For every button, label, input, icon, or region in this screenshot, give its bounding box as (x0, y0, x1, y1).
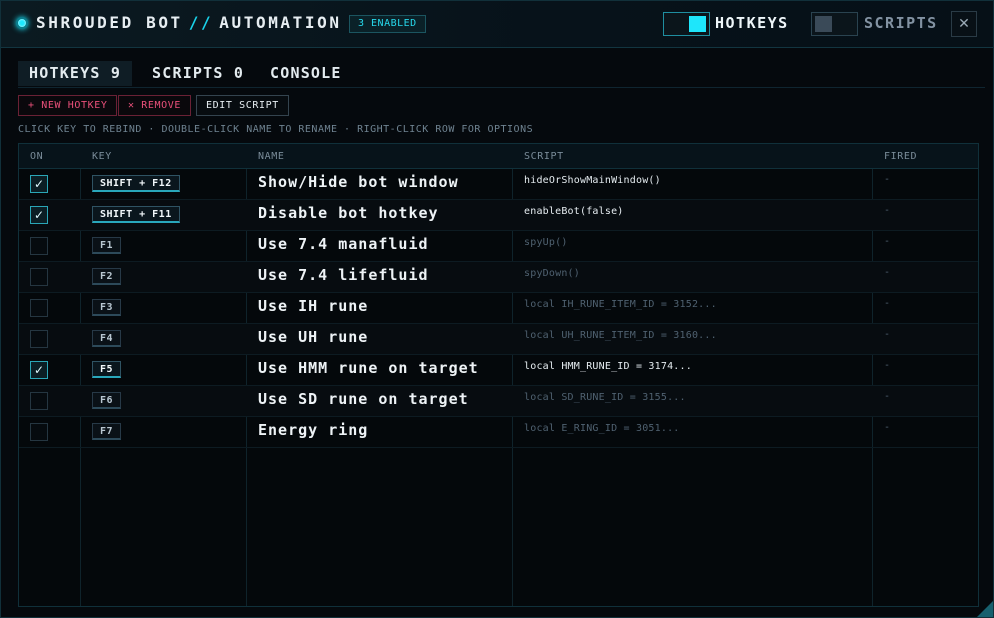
close-button[interactable]: ✕ (951, 11, 977, 37)
fired-count: - (884, 329, 891, 340)
app-title-separator: // (188, 13, 214, 32)
fired-count: - (884, 236, 891, 247)
table-row[interactable]: ✓ SHIFT + F11 Disable bot hotkey enableBot(… (19, 200, 978, 231)
key-binding[interactable]: F1 (92, 237, 122, 254)
enabled-checkbox[interactable] (30, 237, 48, 255)
app-title-primary: SHROUDED BOT (36, 13, 183, 32)
column-header-fired[interactable]: FIRED (884, 144, 917, 169)
table-row[interactable]: F2 Use 7.4 lifefluid spyDown() - (19, 262, 978, 293)
hotkey-name[interactable]: Disable bot hotkey (258, 204, 439, 222)
fired-count: - (884, 391, 891, 402)
key-binding[interactable]: SHIFT + F11 (92, 206, 180, 223)
tab-hotkeys[interactable]: HOTKEYS 9 (18, 61, 133, 86)
enabled-checkbox[interactable]: ✓ (30, 361, 48, 379)
hotkey-name[interactable]: Show/Hide bot window (258, 173, 459, 191)
fired-count: - (884, 360, 891, 371)
checkmark-icon: ✓ (33, 177, 45, 191)
fired-count: - (884, 205, 891, 216)
tab-scripts[interactable]: SCRIPTS 0 (141, 61, 255, 86)
remove-button[interactable]: ✕ REMOVE (118, 95, 191, 116)
script-preview: local IH_RUNE_ITEM_ID = 3152... (524, 299, 717, 310)
fired-count: - (884, 298, 891, 309)
hotkey-name[interactable]: Use SD rune on target (258, 390, 469, 408)
status-indicator-icon (16, 17, 28, 29)
script-preview: local UH_RUNE_ITEM_ID = 3160... (524, 330, 717, 341)
table-row[interactable]: F7 Energy ring local E_RING_ID = 3051... - (19, 417, 978, 448)
checkmark-icon: ✓ (33, 208, 45, 222)
script-preview: enableBot(false) (524, 206, 624, 217)
table-row[interactable]: ✓ F5 Use HMM rune on target local HMM_RUNE_… (19, 355, 978, 386)
hotkey-name[interactable]: Use UH rune (258, 328, 368, 346)
toggle-knob (815, 16, 832, 32)
hotkeys-toggle[interactable] (663, 12, 710, 36)
hotkey-name[interactable]: Energy ring (258, 421, 368, 439)
key-binding[interactable]: F2 (92, 268, 122, 285)
key-binding[interactable]: SHIFT + F12 (92, 175, 180, 192)
close-icon: ✕ (958, 16, 970, 32)
app-title: SHROUDED BOT // AUTOMATION (36, 13, 342, 32)
fired-count: - (884, 422, 891, 433)
enabled-checkbox[interactable] (30, 330, 48, 348)
usage-hint: CLICK KEY TO REBIND · DOUBLE-CLICK NAME … (18, 124, 534, 135)
hotkey-name[interactable]: Use HMM rune on target (258, 359, 479, 377)
key-binding[interactable]: F4 (92, 330, 122, 347)
script-preview: local HMM_RUNE_ID = 3174... (524, 361, 692, 372)
fired-count: - (884, 174, 891, 185)
tab-console[interactable]: CONSOLE (259, 61, 353, 86)
app-title-secondary: AUTOMATION (219, 13, 342, 32)
fired-count: - (884, 267, 891, 278)
checkmark-icon: ✓ (33, 363, 45, 377)
hotkeys-toggle-label[interactable]: HOTKEYS (715, 14, 789, 32)
enabled-checkbox[interactable] (30, 423, 48, 441)
scripts-toggle-label[interactable]: SCRIPTS (864, 14, 938, 32)
enabled-checkbox[interactable]: ✓ (30, 206, 48, 224)
key-binding[interactable]: F6 (92, 392, 122, 409)
new-hotkey-button[interactable]: + NEW HOTKEY (18, 95, 118, 116)
tab-divider (18, 87, 985, 88)
column-header-key[interactable]: KEY (92, 144, 112, 169)
edit-script-button[interactable]: EDIT SCRIPT (196, 95, 289, 116)
key-binding[interactable]: F5 (92, 361, 122, 378)
table-row[interactable]: F4 Use UH rune local UH_RUNE_ITEM_ID = 316… (19, 324, 978, 355)
script-preview: spyUp() (524, 237, 568, 248)
hotkey-name[interactable]: Use IH rune (258, 297, 368, 315)
column-header-on[interactable]: ON (30, 144, 43, 169)
enabled-checkbox[interactable] (30, 392, 48, 410)
toggle-knob (689, 16, 706, 32)
key-binding[interactable]: F7 (92, 423, 122, 440)
hotkeys-table: ON KEY NAME SCRIPT FIRED ✓ SHIFT + F12 Sho… (18, 143, 979, 607)
script-preview: local E_RING_ID = 3051... (524, 423, 680, 434)
column-header-name[interactable]: NAME (258, 144, 284, 169)
script-preview: spyDown() (524, 268, 580, 279)
title-bar[interactable]: SHROUDED BOT // AUTOMATION 3 ENABLED HOTKE… (1, 1, 993, 48)
key-binding[interactable]: F3 (92, 299, 122, 316)
scripts-toggle[interactable] (811, 12, 858, 36)
bot-window: SHROUDED BOT // AUTOMATION 3 ENABLED HOTKE… (0, 0, 994, 618)
table-row[interactable]: ✓ SHIFT + F12 Show/Hide bot window hideOrSh… (19, 169, 978, 200)
enabled-checkbox[interactable] (30, 268, 48, 286)
table-row[interactable]: F3 Use IH rune local IH_RUNE_ITEM_ID = 315… (19, 293, 978, 324)
enabled-checkbox[interactable]: ✓ (30, 175, 48, 193)
table-row[interactable]: F6 Use SD rune on target local SD_RUNE_ID … (19, 386, 978, 417)
enabled-checkbox[interactable] (30, 299, 48, 317)
hotkey-name[interactable]: Use 7.4 manafluid (258, 235, 429, 253)
resize-handle[interactable] (977, 601, 993, 617)
table-row[interactable]: F1 Use 7.4 manafluid spyUp() - (19, 231, 978, 262)
script-preview: hideOrShowMainWindow() (524, 175, 661, 186)
enabled-count-badge: 3 ENABLED (349, 15, 426, 33)
script-preview: local SD_RUNE_ID = 3155... (524, 392, 686, 403)
column-header-script[interactable]: SCRIPT (524, 144, 564, 169)
table-header: ON KEY NAME SCRIPT FIRED (19, 144, 978, 169)
hotkey-name[interactable]: Use 7.4 lifefluid (258, 266, 429, 284)
